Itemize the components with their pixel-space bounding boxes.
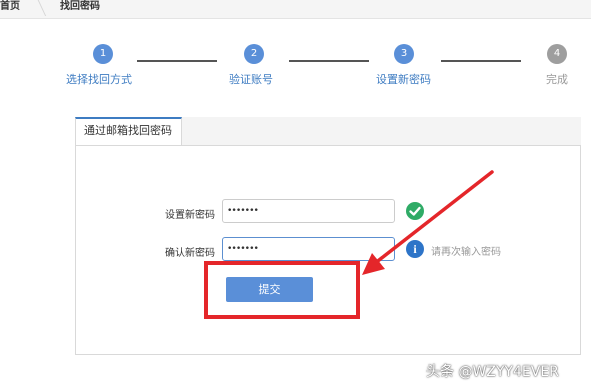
watermark: 头条 @WZYY4EVER	[426, 364, 559, 380]
annotation-arrow-icon	[362, 170, 494, 275]
